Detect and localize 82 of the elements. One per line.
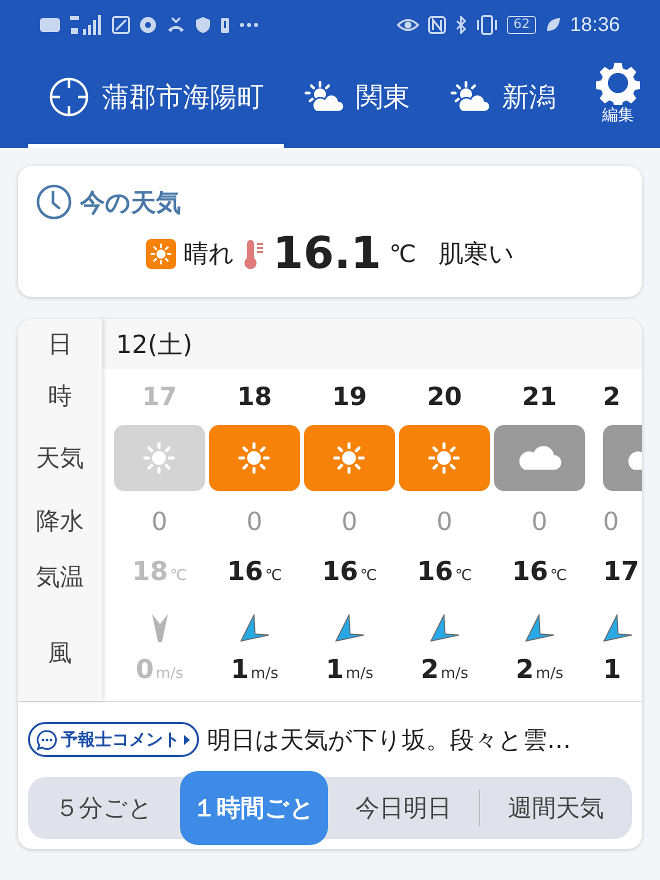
weather-condition: 晴れ	[184, 238, 235, 270]
forecaster-comment-button[interactable]: 予報士コメント	[28, 722, 199, 757]
temperature-value: 17	[603, 557, 640, 587]
row-label: 日	[47, 329, 73, 360]
battery-level: 62	[507, 16, 536, 34]
more-icon	[239, 22, 259, 28]
feels-like-text: 肌寒い	[438, 238, 514, 270]
precipitation-value: 0	[246, 506, 262, 538]
wind-speed-unit: m/s	[440, 664, 468, 682]
row-label: 気温	[35, 562, 85, 593]
wind-arrow-icon	[240, 614, 270, 642]
eye-icon	[397, 17, 420, 33]
precipitation-value: 0	[152, 506, 168, 538]
wind-speed-unit: m/s	[250, 664, 278, 682]
wind-arrow-icon	[524, 614, 554, 642]
hour-label: 2	[603, 380, 620, 412]
location-tab[interactable]: 関東	[284, 50, 430, 148]
wind-arrow-icon	[430, 614, 460, 642]
wind-arrow-icon	[334, 614, 364, 642]
wind-speed-value: 2	[420, 655, 439, 685]
precipitation-value: 0	[436, 506, 452, 538]
precipitation-value: 0	[532, 506, 548, 538]
temperature-unit: ℃	[389, 240, 416, 268]
wind-speed-unit: m/s	[156, 664, 184, 682]
clock-icon	[36, 184, 72, 220]
crosshair-icon	[48, 76, 90, 118]
hour-label: 20	[427, 380, 462, 412]
bluetooth-icon	[455, 16, 468, 34]
shield-icon	[195, 16, 211, 34]
card-title: 今の天気	[80, 186, 181, 218]
missed-call-icon	[166, 16, 186, 34]
temperature-unit: ℃	[170, 566, 188, 584]
sun-icon	[146, 238, 176, 268]
view-tab[interactable]: 週間天気	[480, 792, 632, 824]
precipitation-value: 0	[603, 506, 619, 538]
view-tab[interactable]: ５分ごと	[28, 792, 180, 824]
temperature-unit: ℃	[265, 566, 282, 584]
hour-label: 19	[332, 380, 367, 412]
wind-speed-value: 1	[603, 655, 622, 685]
location-tab[interactable]: 新潟	[430, 50, 576, 148]
settings-icon	[596, 60, 640, 104]
hour-label: 18	[237, 380, 272, 412]
row-label: 時	[47, 381, 73, 412]
temperature-value: 18	[132, 557, 168, 587]
precipitation-value: 0	[342, 506, 358, 538]
row-label: 降水	[35, 506, 85, 537]
app-icon	[112, 16, 130, 34]
wind-speed-value: 2	[516, 655, 534, 685]
caret-icon	[183, 734, 191, 746]
temperature-value: 16	[416, 557, 454, 587]
temperature-value: 16	[322, 557, 358, 587]
edit-button[interactable]: 編集	[576, 50, 660, 148]
nfc-icon	[428, 16, 446, 34]
wind-speed-value: 1	[230, 655, 249, 685]
temperature-unit: ℃	[550, 566, 568, 584]
temperature-value: 16	[512, 557, 548, 587]
temperature-unit: ℃	[455, 566, 472, 584]
date-label: 12(土)	[116, 328, 192, 360]
temperature-value: 16	[226, 557, 264, 587]
wind-speed-unit: m/s	[346, 664, 374, 682]
wind-speed-value: 0	[136, 655, 154, 685]
row-label: 天気	[35, 443, 85, 474]
signal-icon	[69, 14, 103, 36]
location-tab[interactable]: 蒲郡市海陽町	[28, 50, 284, 148]
view-tab[interactable]: １時間ごと	[180, 771, 328, 845]
row-label: 風	[47, 638, 73, 669]
hour-label: 21	[522, 380, 557, 412]
view-tab[interactable]: 今日明日	[328, 792, 480, 824]
wind-speed-value: 1	[326, 655, 344, 685]
wind-arrow-icon	[603, 614, 633, 642]
vibrate-icon	[476, 15, 498, 35]
wind-speed-unit: m/s	[536, 664, 564, 682]
temperature-value: 16.1	[272, 228, 382, 279]
chat-icon	[36, 728, 58, 750]
hour-label: 17	[142, 380, 177, 412]
battery-alert-icon	[220, 16, 230, 34]
thermometer-icon	[242, 238, 265, 270]
temperature-unit: ℃	[360, 566, 378, 584]
leaf-icon	[544, 17, 561, 33]
chevron-icon	[150, 612, 170, 644]
comment-text: 明日は天気が下り坂。段々と雲…	[207, 724, 571, 756]
clock-time: 18:36	[570, 14, 620, 36]
